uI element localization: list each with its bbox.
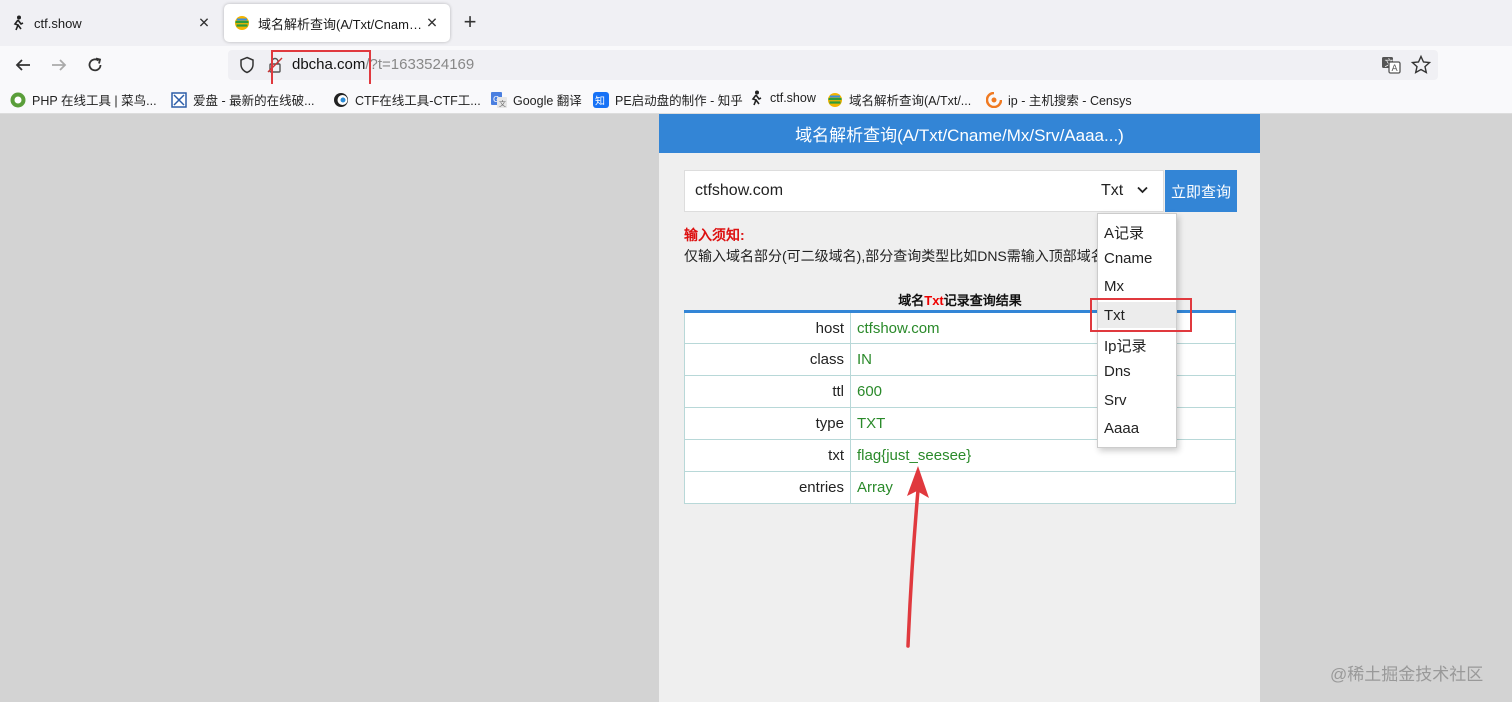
globe-icon [828,92,842,107]
row-value: IN [850,343,1236,376]
result-title-prefix: 域名 [898,293,925,308]
row-key: type [684,407,851,440]
row-key: ttl [684,375,851,408]
tab-bar: ctf.show ✕ 域名解析查询(A/Txt/Cname/Mx ✕ + [0,0,1512,46]
row-key: host [684,311,851,344]
option-a[interactable]: A记录 [1104,222,1144,243]
bookmark-item[interactable]: 域名解析查询(A/Txt/... [827,90,971,109]
page-title: 域名解析查询(A/Txt/Cname/Mx/Srv/Aaaa...) [659,114,1260,153]
chevron-down-icon [1137,185,1148,197]
bookmark-item[interactable]: PHP 在线工具 | 菜鸟... [10,90,157,109]
runner-icon [13,15,24,31]
bookmark-label: 爱盘 - 最新的在线破... [193,94,315,108]
url-bar[interactable]: dbcha.com/?t=1633524169 [228,50,1438,80]
ctf-tool-icon [334,92,348,107]
result-title-suffix: 记录查询结果 [943,293,1022,308]
bookmarks-bar: PHP 在线工具 | 菜鸟... 爱盘 - 最新的在线破... CTF在线工具-… [0,84,1512,114]
google-translate-icon: G文 [491,91,507,108]
option-mx[interactable]: Mx [1104,278,1124,295]
globe-icon [235,16,249,30]
option-aaaa[interactable]: Aaaa [1104,420,1139,437]
close-icon[interactable]: ✕ [196,15,212,32]
domain-input[interactable]: ctfshow.com [684,170,1164,212]
bookmark-item[interactable]: CTF在线工具-CTF工... [333,90,481,109]
svg-text:文: 文 [499,99,506,108]
result-title-type: Txt [924,293,944,308]
tab-ctfshow[interactable]: ctf.show ✕ [0,0,222,46]
shield-icon[interactable] [238,56,256,74]
translate-icon[interactable]: 文A [1380,54,1402,76]
record-type-select[interactable]: Txt [1095,171,1165,211]
bookmark-label: Google 翻译 [513,94,582,108]
row-value: TXT [850,407,1236,440]
notice-text: 仅输入域名部分(可二级域名),部分查询类型比如DNS需输入顶部域名 [684,248,1105,264]
close-icon[interactable]: ✕ [424,15,440,32]
url-query: /?t=1633524169 [365,56,475,73]
bookmark-label: ip - 主机搜索 - Censys [1008,94,1132,108]
zhihu-icon: 知 [593,91,609,108]
row-key: txt [684,439,851,472]
bookmark-label: PHP 在线工具 | 菜鸟... [32,94,157,108]
query-button[interactable]: 立即查询 [1165,170,1237,212]
censys-icon [986,91,1002,108]
bookmark-item[interactable]: ip - 主机搜索 - Censys [986,90,1132,109]
table-row: entries Array [684,471,1236,504]
select-value: Txt [1101,182,1124,199]
bookmark-label: 域名解析查询(A/Txt/... [849,94,972,108]
aipan-icon [171,91,187,108]
row-value: 600 [850,375,1236,408]
forward-arrow-icon[interactable] [48,54,70,76]
bookmark-item[interactable]: 爱盘 - 最新的在线破... [171,90,315,109]
runner-icon [751,90,762,106]
bookmark-label: PE启动盘的制作 - 知乎 [615,94,743,108]
row-key: entries [684,471,851,504]
tab-dbcha[interactable]: 域名解析查询(A/Txt/Cname/Mx ✕ [224,4,450,42]
tab-label: ctf.show [34,15,82,31]
navigation-bar: dbcha.com/?t=1633524169 文A [0,46,1512,84]
bookmark-item[interactable]: G文 Google 翻译 [491,90,582,109]
option-srv[interactable]: Srv [1104,392,1127,409]
bookmark-label: ctf.show [770,91,816,105]
option-cname[interactable]: Cname [1104,250,1152,267]
row-key: class [684,343,851,376]
svg-text:A: A [1392,64,1399,74]
option-dns[interactable]: Dns [1104,363,1131,380]
tab-label: 域名解析查询(A/Txt/Cname/Mx [258,16,428,32]
watermark: @稀土掘金技术社区 [1330,665,1484,684]
notice-title: 输入须知: [684,227,745,243]
back-arrow-icon[interactable] [12,54,34,76]
bookmark-item[interactable]: ctf.show [748,90,816,106]
runoob-icon [10,92,26,107]
bookmark-star-icon[interactable] [1410,54,1432,76]
bookmark-label: CTF在线工具-CTF工... [355,94,481,108]
reload-icon[interactable] [84,54,106,76]
new-tab-button[interactable]: + [458,11,482,33]
txt-option-annotation-box [1090,298,1192,332]
option-ip[interactable]: Ip记录 [1104,335,1147,356]
svg-text:知: 知 [595,94,605,107]
annotation-arrow-icon [906,466,929,648]
bookmark-item[interactable]: 知 PE启动盘的制作 - 知乎 [593,90,743,109]
